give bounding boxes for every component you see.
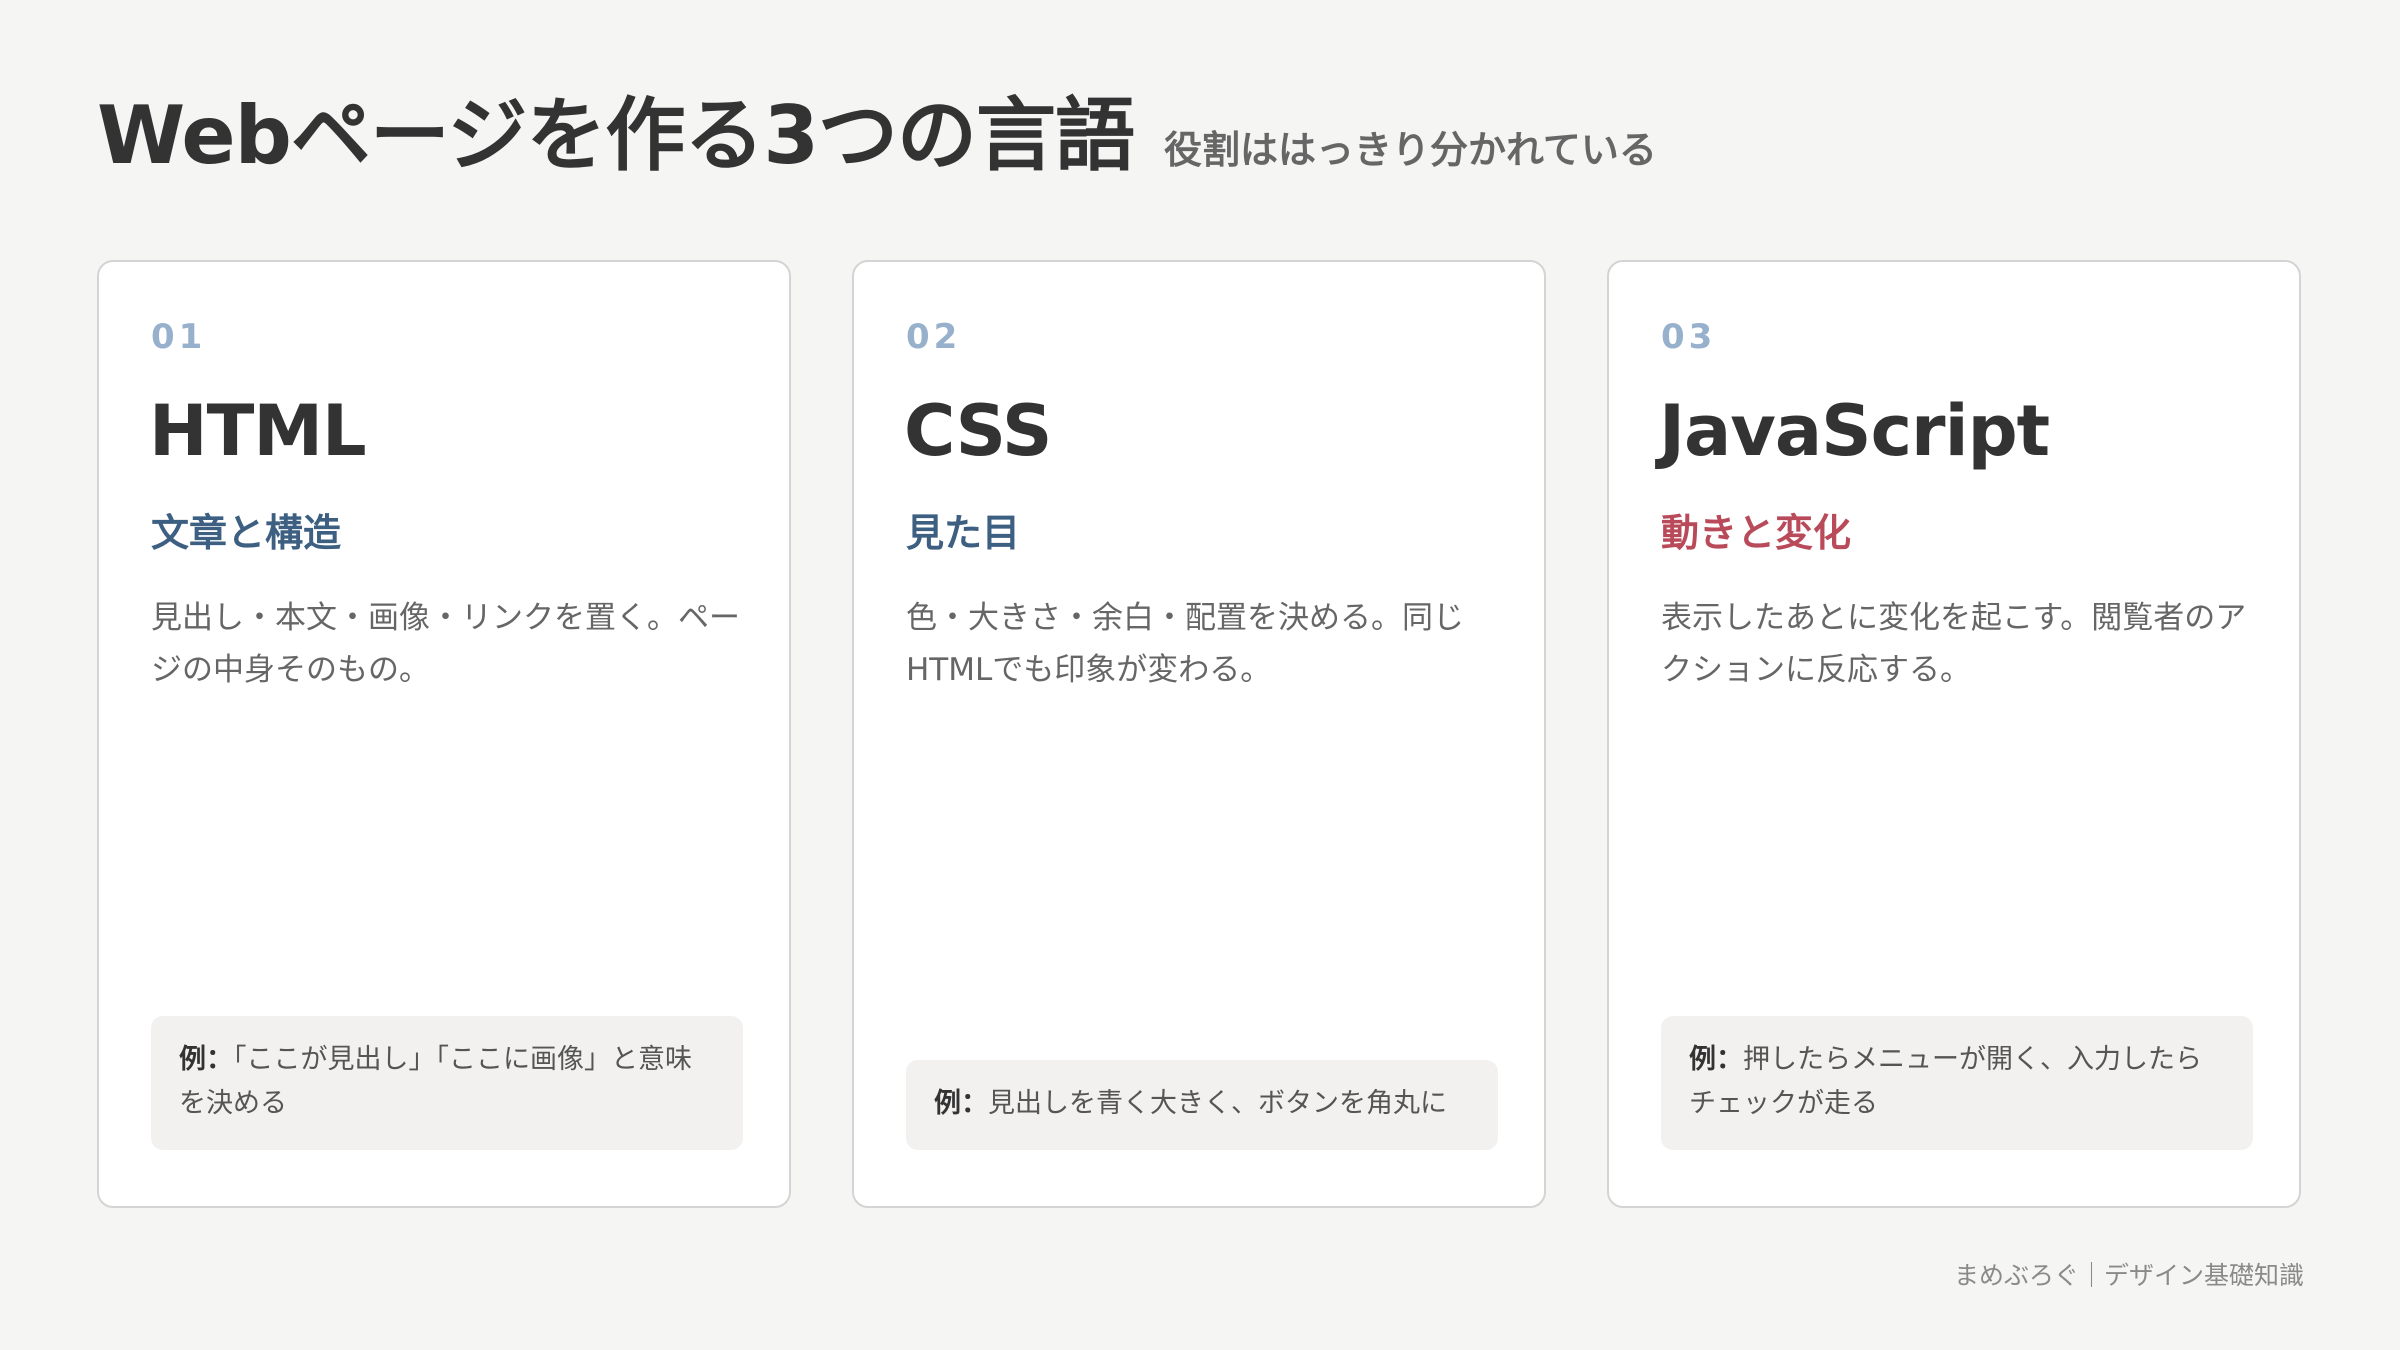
card-language-name: JavaScript bbox=[1659, 390, 2050, 472]
card-number: 02 bbox=[906, 317, 962, 357]
card-css: 02 CSS 見た目 色・大きさ・余白・配置を決める。同じHTMLでも印象が変わ… bbox=[852, 260, 1546, 1208]
example-text: 「ここが見出し」「ここに画像」と意味を決める bbox=[179, 1044, 692, 1119]
footer-credit: まめぶろぐ｜デザイン基礎知識 bbox=[1953, 1261, 2304, 1290]
card-number: 01 bbox=[151, 317, 207, 357]
page-title: Webページを作る3つの言語 bbox=[97, 89, 1135, 182]
card-role: 動きと変化 bbox=[1661, 511, 1852, 555]
example-label: 例： bbox=[934, 1088, 988, 1119]
card-number: 03 bbox=[1661, 317, 1717, 357]
example-label: 例： bbox=[1689, 1044, 1743, 1075]
card-role: 文章と構造 bbox=[151, 511, 342, 555]
card-description: 見出し・本文・画像・リンクを置く。ページの中身そのもの。 bbox=[151, 600, 740, 688]
card-language-name: CSS bbox=[904, 390, 1052, 472]
card-html: 01 HTML 文章と構造 見出し・本文・画像・リンクを置く。ページの中身そのも… bbox=[97, 260, 791, 1208]
card-language-name: HTML bbox=[149, 390, 367, 472]
example-text: 押したらメニューが開く、入力したらチェックが走る bbox=[1689, 1044, 2202, 1119]
card-description: 表示したあとに変化を起こす。閲覧者のアクションに反応する。 bbox=[1661, 600, 2247, 688]
page-header: Webページを作る3つの言語 役割ははっきり分かれている bbox=[97, 96, 1657, 176]
card-example: 例：押したらメニューが開く、入力したらチェックが走る bbox=[1661, 1016, 2253, 1150]
card-example: 例：「ここが見出し」「ここに画像」と意味を決める bbox=[151, 1016, 743, 1150]
example-text: 見出しを青く大きく、ボタンを角丸に bbox=[988, 1088, 1447, 1119]
card-role: 見た目 bbox=[906, 511, 1021, 555]
card-javascript: 03 JavaScript 動きと変化 表示したあとに変化を起こす。閲覧者のアク… bbox=[1607, 260, 2301, 1208]
card-example: 例：見出しを青く大きく、ボタンを角丸に bbox=[906, 1060, 1498, 1150]
example-label: 例： bbox=[179, 1044, 233, 1075]
card-description: 色・大きさ・余白・配置を決める。同じHTMLでも印象が変わる。 bbox=[906, 600, 1464, 688]
page-subtitle: 役割ははっきり分かれている bbox=[1163, 128, 1657, 172]
